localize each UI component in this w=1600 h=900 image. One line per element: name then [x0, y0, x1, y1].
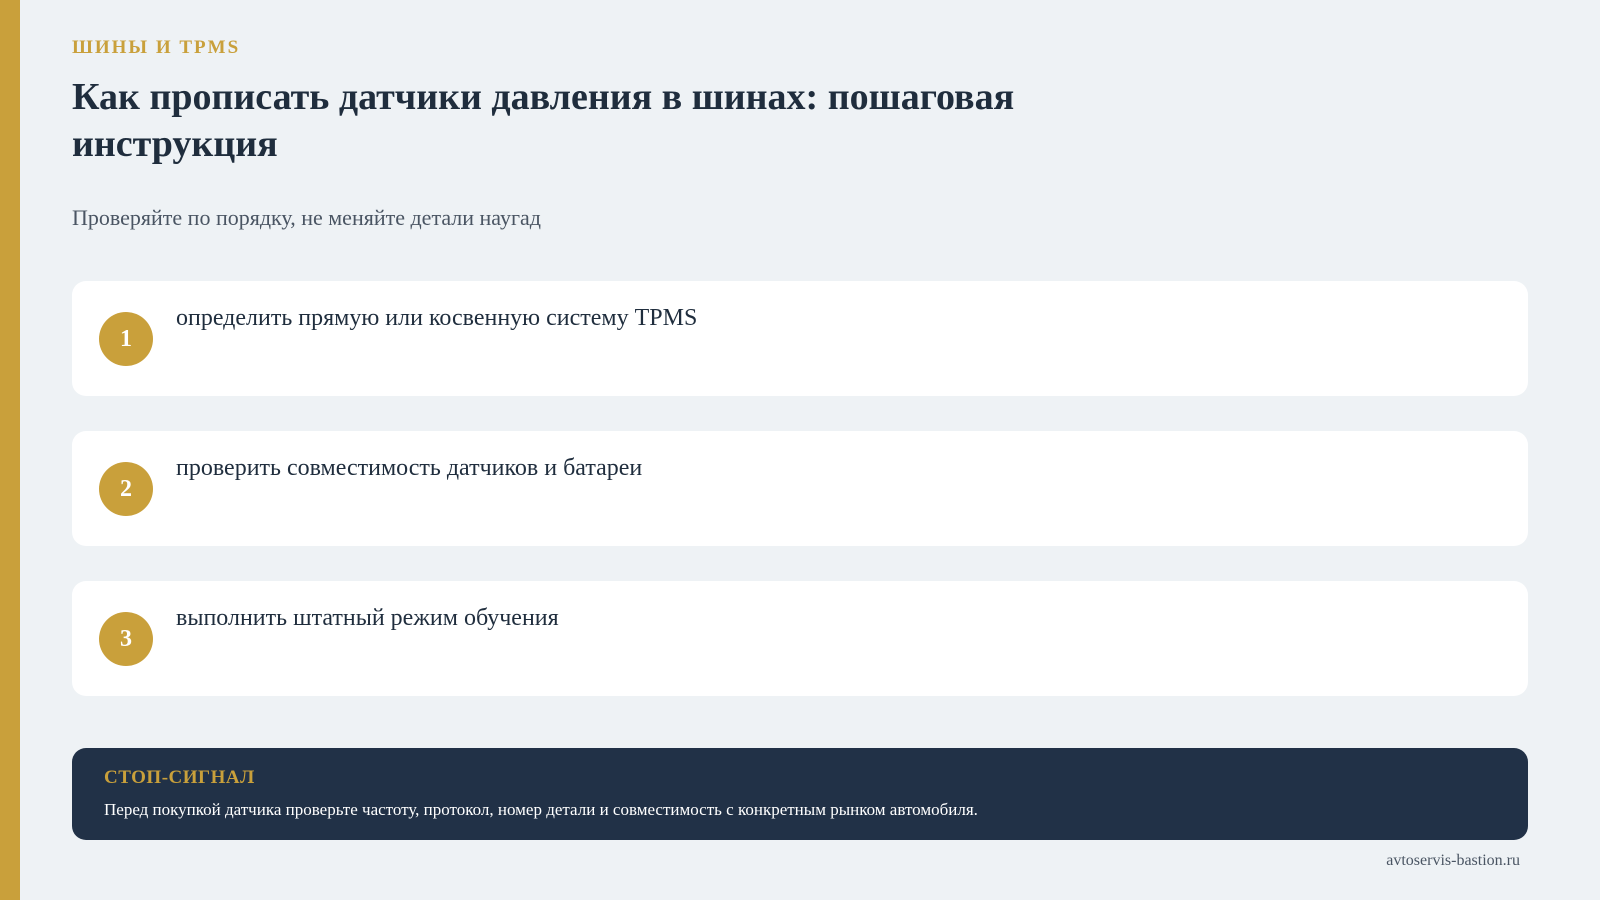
- category-label: ШИНЫ И TPMS: [72, 37, 241, 58]
- step-number-badge: 1: [99, 312, 153, 366]
- step-text: определить прямую или косвенную систему …: [176, 305, 698, 331]
- stop-signal-text: Перед покупкой датчика проверьте частоту…: [104, 800, 978, 819]
- step-text: выполнить штатный режим обучения: [176, 605, 559, 631]
- step-card-3: 3 выполнить штатный режим обучения: [72, 581, 1528, 696]
- step-text: проверить совместимость датчиков и батар…: [176, 455, 643, 481]
- page-title: Как прописать датчики давления в шинах: …: [72, 76, 1015, 165]
- footer-site: avtoservis-bastion.ru: [1386, 852, 1520, 869]
- stop-signal-panel: СТОП-СИГНАЛ Перед покупкой датчика прове…: [72, 748, 1528, 840]
- step-number-badge: 2: [99, 462, 153, 516]
- step-number-badge: 3: [99, 612, 153, 666]
- accent-bar: [0, 0, 20, 900]
- step-card-2: 2 проверить совместимость датчиков и бат…: [72, 431, 1528, 546]
- step-card-1: 1 определить прямую или косвенную систем…: [72, 281, 1528, 396]
- stop-signal-label: СТОП-СИГНАЛ: [104, 767, 255, 788]
- page-subtitle: Проверяйте по порядку, не меняйте детали…: [72, 205, 541, 230]
